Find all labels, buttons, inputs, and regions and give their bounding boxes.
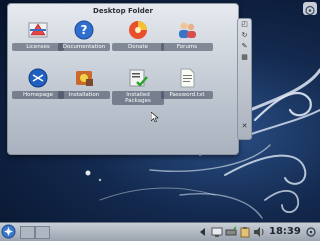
icon-licenses[interactable]: Licenses [12, 19, 64, 51]
folder-title: Desktop Folder [93, 7, 153, 15]
icon-forums[interactable]: Forums [161, 19, 213, 51]
text-file-icon [180, 68, 195, 88]
pager-desktop-1[interactable] [20, 226, 35, 239]
icon-donate[interactable]: Donate [112, 19, 164, 51]
volume-icon[interactable] [253, 226, 265, 238]
forums-icon [179, 22, 196, 38]
desktop-folder-widget[interactable]: Desktop Folder Licenses ? Documentation … [7, 3, 239, 155]
application-launcher-icon[interactable] [1, 224, 16, 239]
rotate-icon[interactable]: ↻ [238, 30, 251, 41]
installation-icon [76, 71, 93, 86]
icon-label: Forums [161, 43, 213, 51]
clock[interactable]: 18:39 [269, 224, 301, 240]
desktop-toolbox-button[interactable] [303, 2, 317, 16]
svg-text:?: ? [81, 23, 88, 37]
licenses-icon [28, 22, 48, 38]
taskbar-panel: 18:39 [0, 222, 320, 241]
device-notifier-icon[interactable] [225, 226, 237, 238]
icon-label: Donate [112, 43, 164, 51]
icon-installation[interactable]: Installation [58, 67, 110, 99]
help-icon: ? [74, 20, 94, 40]
icon-label: Homepage [12, 91, 64, 99]
pager-desktop-2[interactable] [35, 226, 50, 239]
icon-label: Password.txt [161, 91, 213, 99]
resize-icon[interactable]: ◰ [238, 19, 251, 30]
panel-toolbox-icon[interactable] [305, 226, 317, 238]
donate-icon [129, 21, 147, 39]
cashew-icon [305, 5, 315, 16]
close-icon[interactable]: ✕ [238, 121, 251, 132]
icon-homepage[interactable]: Homepage [12, 67, 64, 99]
settings-wrench-icon[interactable]: ✎ [238, 41, 251, 52]
tray-arrow-icon[interactable] [197, 226, 209, 238]
icon-documentation[interactable]: ? Documentation [58, 19, 110, 51]
homepage-icon [28, 68, 48, 88]
icon-installed-packages[interactable]: Installed Packages [112, 67, 164, 105]
icon-label: Installed Packages [112, 91, 164, 105]
mouse-cursor-icon [151, 112, 159, 122]
clipboard-icon[interactable] [239, 226, 251, 238]
icon-label: Documentation [58, 43, 110, 51]
icon-label: Licenses [12, 43, 64, 51]
icon-label: Installation [58, 91, 110, 99]
network-icon[interactable] [211, 226, 223, 238]
move-icon[interactable]: ▦ [238, 52, 251, 63]
icon-password-txt[interactable]: Password.txt [161, 67, 213, 99]
installed-packages-icon [129, 69, 148, 87]
widget-handle[interactable]: ◰ ↻ ✎ ▦ ✕ [237, 18, 252, 140]
